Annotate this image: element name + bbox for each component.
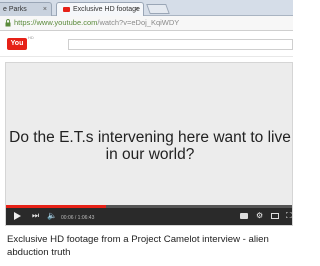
tab-inactive[interactable]: e Parks × (0, 2, 52, 16)
url-text[interactable]: https://www.youtube.com/watch?v=eDoj_Kqi… (14, 18, 179, 27)
logo-superscript: HD (28, 35, 34, 40)
search-input[interactable] (68, 39, 293, 50)
volume-icon[interactable]: 🔈 (47, 211, 57, 221)
tab-active[interactable]: Exclusive HD footage × (56, 2, 144, 16)
theater-icon[interactable] (271, 213, 279, 219)
video-player[interactable]: Do the E.T.s intervening here want to li… (5, 62, 293, 226)
video-caption: Do the E.T.s intervening here want to li… (9, 129, 291, 163)
lock-icon (5, 19, 11, 27)
play-icon[interactable] (14, 212, 21, 220)
next-icon[interactable]: ⏭ (32, 211, 39, 221)
time-display: 00:06 / 1:06:43 (61, 215, 95, 221)
address-bar[interactable]: https://www.youtube.com/watch?v=eDoj_Kqi… (0, 16, 293, 31)
progress-fill (6, 205, 107, 208)
close-icon[interactable]: × (43, 3, 47, 16)
video-title: Exclusive HD footage from a Project Came… (7, 234, 269, 258)
youtube-favicon-icon (63, 7, 70, 12)
gear-icon[interactable]: ⚙ (256, 211, 263, 221)
youtube-header: You HD (0, 31, 293, 57)
tab-label: Exclusive HD footage (73, 6, 140, 13)
progress-bar[interactable] (6, 205, 292, 208)
close-icon[interactable]: × (135, 3, 139, 16)
player-controls: ⏭ 🔈 00:06 / 1:06:43 ⚙ ⛶ (6, 205, 292, 225)
tab-label: e Parks (3, 6, 27, 13)
new-tab-button[interactable] (146, 4, 170, 14)
youtube-logo[interactable]: You (7, 38, 27, 50)
browser-tab-strip: e Parks × Exclusive HD footage × (0, 0, 293, 16)
fullscreen-icon[interactable]: ⛶ (286, 211, 292, 221)
cc-icon[interactable] (240, 213, 248, 219)
